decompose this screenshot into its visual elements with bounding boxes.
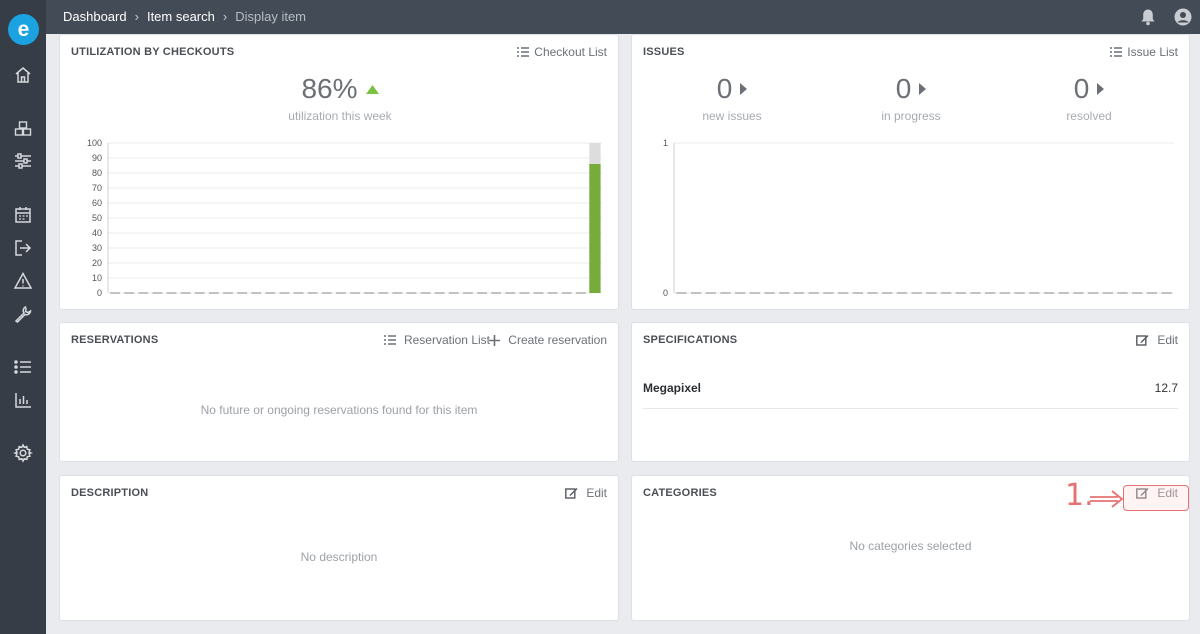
y-tick-label: 10 <box>92 273 102 283</box>
breadcrumb-item-search[interactable]: Item search <box>147 9 215 24</box>
sliders-icon[interactable] <box>13 151 33 171</box>
new-issues-label: new issues <box>702 109 762 123</box>
list-icon <box>1110 47 1123 57</box>
breadcrumb: Dashboard › Item search › Display item <box>63 9 306 24</box>
y-tick-label: 50 <box>92 213 102 223</box>
list-icon[interactable] <box>13 357 33 377</box>
calendar-icon[interactable] <box>13 205 33 225</box>
in-progress-stat[interactable]: 0 in progress <box>861 73 961 124</box>
panel-title: SPECIFICATIONS <box>643 334 738 346</box>
caret-right-icon <box>740 83 748 95</box>
resolved-value: 0 <box>1073 73 1090 104</box>
resolved-label: resolved <box>1066 109 1112 123</box>
y-tick-label: 30 <box>92 243 102 253</box>
topbar: Dashboard › Item search › Display item <box>46 0 1200 34</box>
description-edit-button[interactable]: Edit <box>565 486 607 500</box>
in-progress-value: 0 <box>895 73 912 104</box>
checkout-list-label: Checkout List <box>534 45 607 59</box>
y-tick-label: 20 <box>92 258 102 268</box>
edit-icon <box>565 488 578 499</box>
y-tick-label: 0 <box>97 288 102 298</box>
reservations-empty-message: No future or ongoing reservations found … <box>200 403 478 417</box>
resolved-stat[interactable]: 0 resolved <box>1039 73 1139 124</box>
utilization-stat: 86% utilization this week <box>60 73 620 124</box>
y-tick-label: 70 <box>92 183 102 193</box>
panel-title: ISSUES <box>643 46 685 58</box>
boxes-icon[interactable] <box>13 119 33 139</box>
utilization-value: 86% <box>301 73 358 104</box>
highlight-box <box>1123 485 1189 511</box>
y-tick-label: 60 <box>92 198 102 208</box>
reservation-list-link[interactable]: Reservation List <box>383 333 490 347</box>
list-icon <box>517 47 530 57</box>
y-tick-label: 1 <box>663 138 668 148</box>
logo-letter: e <box>17 18 30 41</box>
reservation-list-label: Reservation List <box>403 333 490 347</box>
caret-right-icon <box>1097 83 1105 95</box>
spec-value: 12.7 <box>1154 381 1178 395</box>
edit-label: Edit <box>586 486 607 500</box>
issue-list-link[interactable]: Issue List <box>1110 45 1178 59</box>
spec-key: Megapixel <box>643 381 702 395</box>
plus-icon <box>489 334 501 346</box>
checkout-list-link[interactable]: Checkout List <box>517 45 607 59</box>
spec-row: Megapixel 12.7 <box>643 379 1178 409</box>
specifications-panel: SPECIFICATIONS Edit Megapixel 12.7 <box>631 322 1190 462</box>
utilization-panel: UTILIZATION BY CHECKOUTS Checkout List 8… <box>59 34 619 310</box>
checkout-icon[interactable] <box>13 238 33 258</box>
panel-title: RESERVATIONS <box>71 334 159 346</box>
warning-icon[interactable] <box>13 271 33 291</box>
in-progress-label: in progress <box>881 109 941 123</box>
bell-icon[interactable] <box>1139 8 1157 26</box>
y-tick-label: 100 <box>87 138 102 148</box>
breadcrumb-dashboard[interactable]: Dashboard <box>63 9 127 24</box>
description-panel: DESCRIPTION Edit No description <box>59 475 619 621</box>
y-tick-label: 40 <box>92 228 102 238</box>
edit-icon <box>1136 335 1149 346</box>
app-logo[interactable]: e <box>8 14 39 45</box>
specifications-edit-button[interactable]: Edit <box>1136 333 1178 347</box>
panel-title: CATEGORIES <box>643 487 717 499</box>
create-reservation-button[interactable]: Create reservation <box>489 333 607 347</box>
reservations-panel: RESERVATIONS Reservation List Create res… <box>59 322 619 462</box>
report-chart-icon[interactable] <box>13 390 33 410</box>
breadcrumb-separator: › <box>134 9 139 24</box>
utilization-chart: 0 10 20 30 40 50 60 70 80 90 100 <box>87 138 602 298</box>
edit-label: Edit <box>1157 333 1178 347</box>
panel-title: DESCRIPTION <box>71 487 149 499</box>
gear-icon[interactable] <box>12 443 34 463</box>
user-account-icon[interactable] <box>1174 8 1192 26</box>
panel-title: UTILIZATION BY CHECKOUTS <box>71 46 235 58</box>
y-tick-label: 80 <box>92 168 102 178</box>
trend-up-icon <box>365 84 379 94</box>
issues-chart: 01 <box>663 138 1174 298</box>
new-issues-value: 0 <box>716 73 733 104</box>
list-icon <box>383 335 396 345</box>
bar-remainder <box>589 143 601 164</box>
breadcrumb-separator: › <box>222 9 228 24</box>
annotation-arrow-icon <box>1090 490 1124 508</box>
issues-panel: ISSUES Issue List 0 new issues 0 in prog… <box>631 34 1190 310</box>
new-issues-stat[interactable]: 0 new issues <box>682 73 782 124</box>
bar <box>589 164 601 293</box>
issue-list-label: Issue List <box>1127 45 1178 59</box>
caret-right-icon <box>919 83 927 95</box>
description-empty-message: No description <box>300 550 378 564</box>
home-icon[interactable] <box>13 65 33 85</box>
y-tick-label: 90 <box>92 153 102 163</box>
wrench-icon[interactable] <box>13 304 33 324</box>
categories-empty-message: No categories selected <box>849 539 972 553</box>
sidebar: e <box>0 0 46 634</box>
create-reservation-label: Create reservation <box>508 333 607 347</box>
utilization-sub-label: utilization this week <box>288 109 392 123</box>
breadcrumb-current: Display item <box>235 9 307 24</box>
y-tick-label: 0 <box>663 288 668 298</box>
